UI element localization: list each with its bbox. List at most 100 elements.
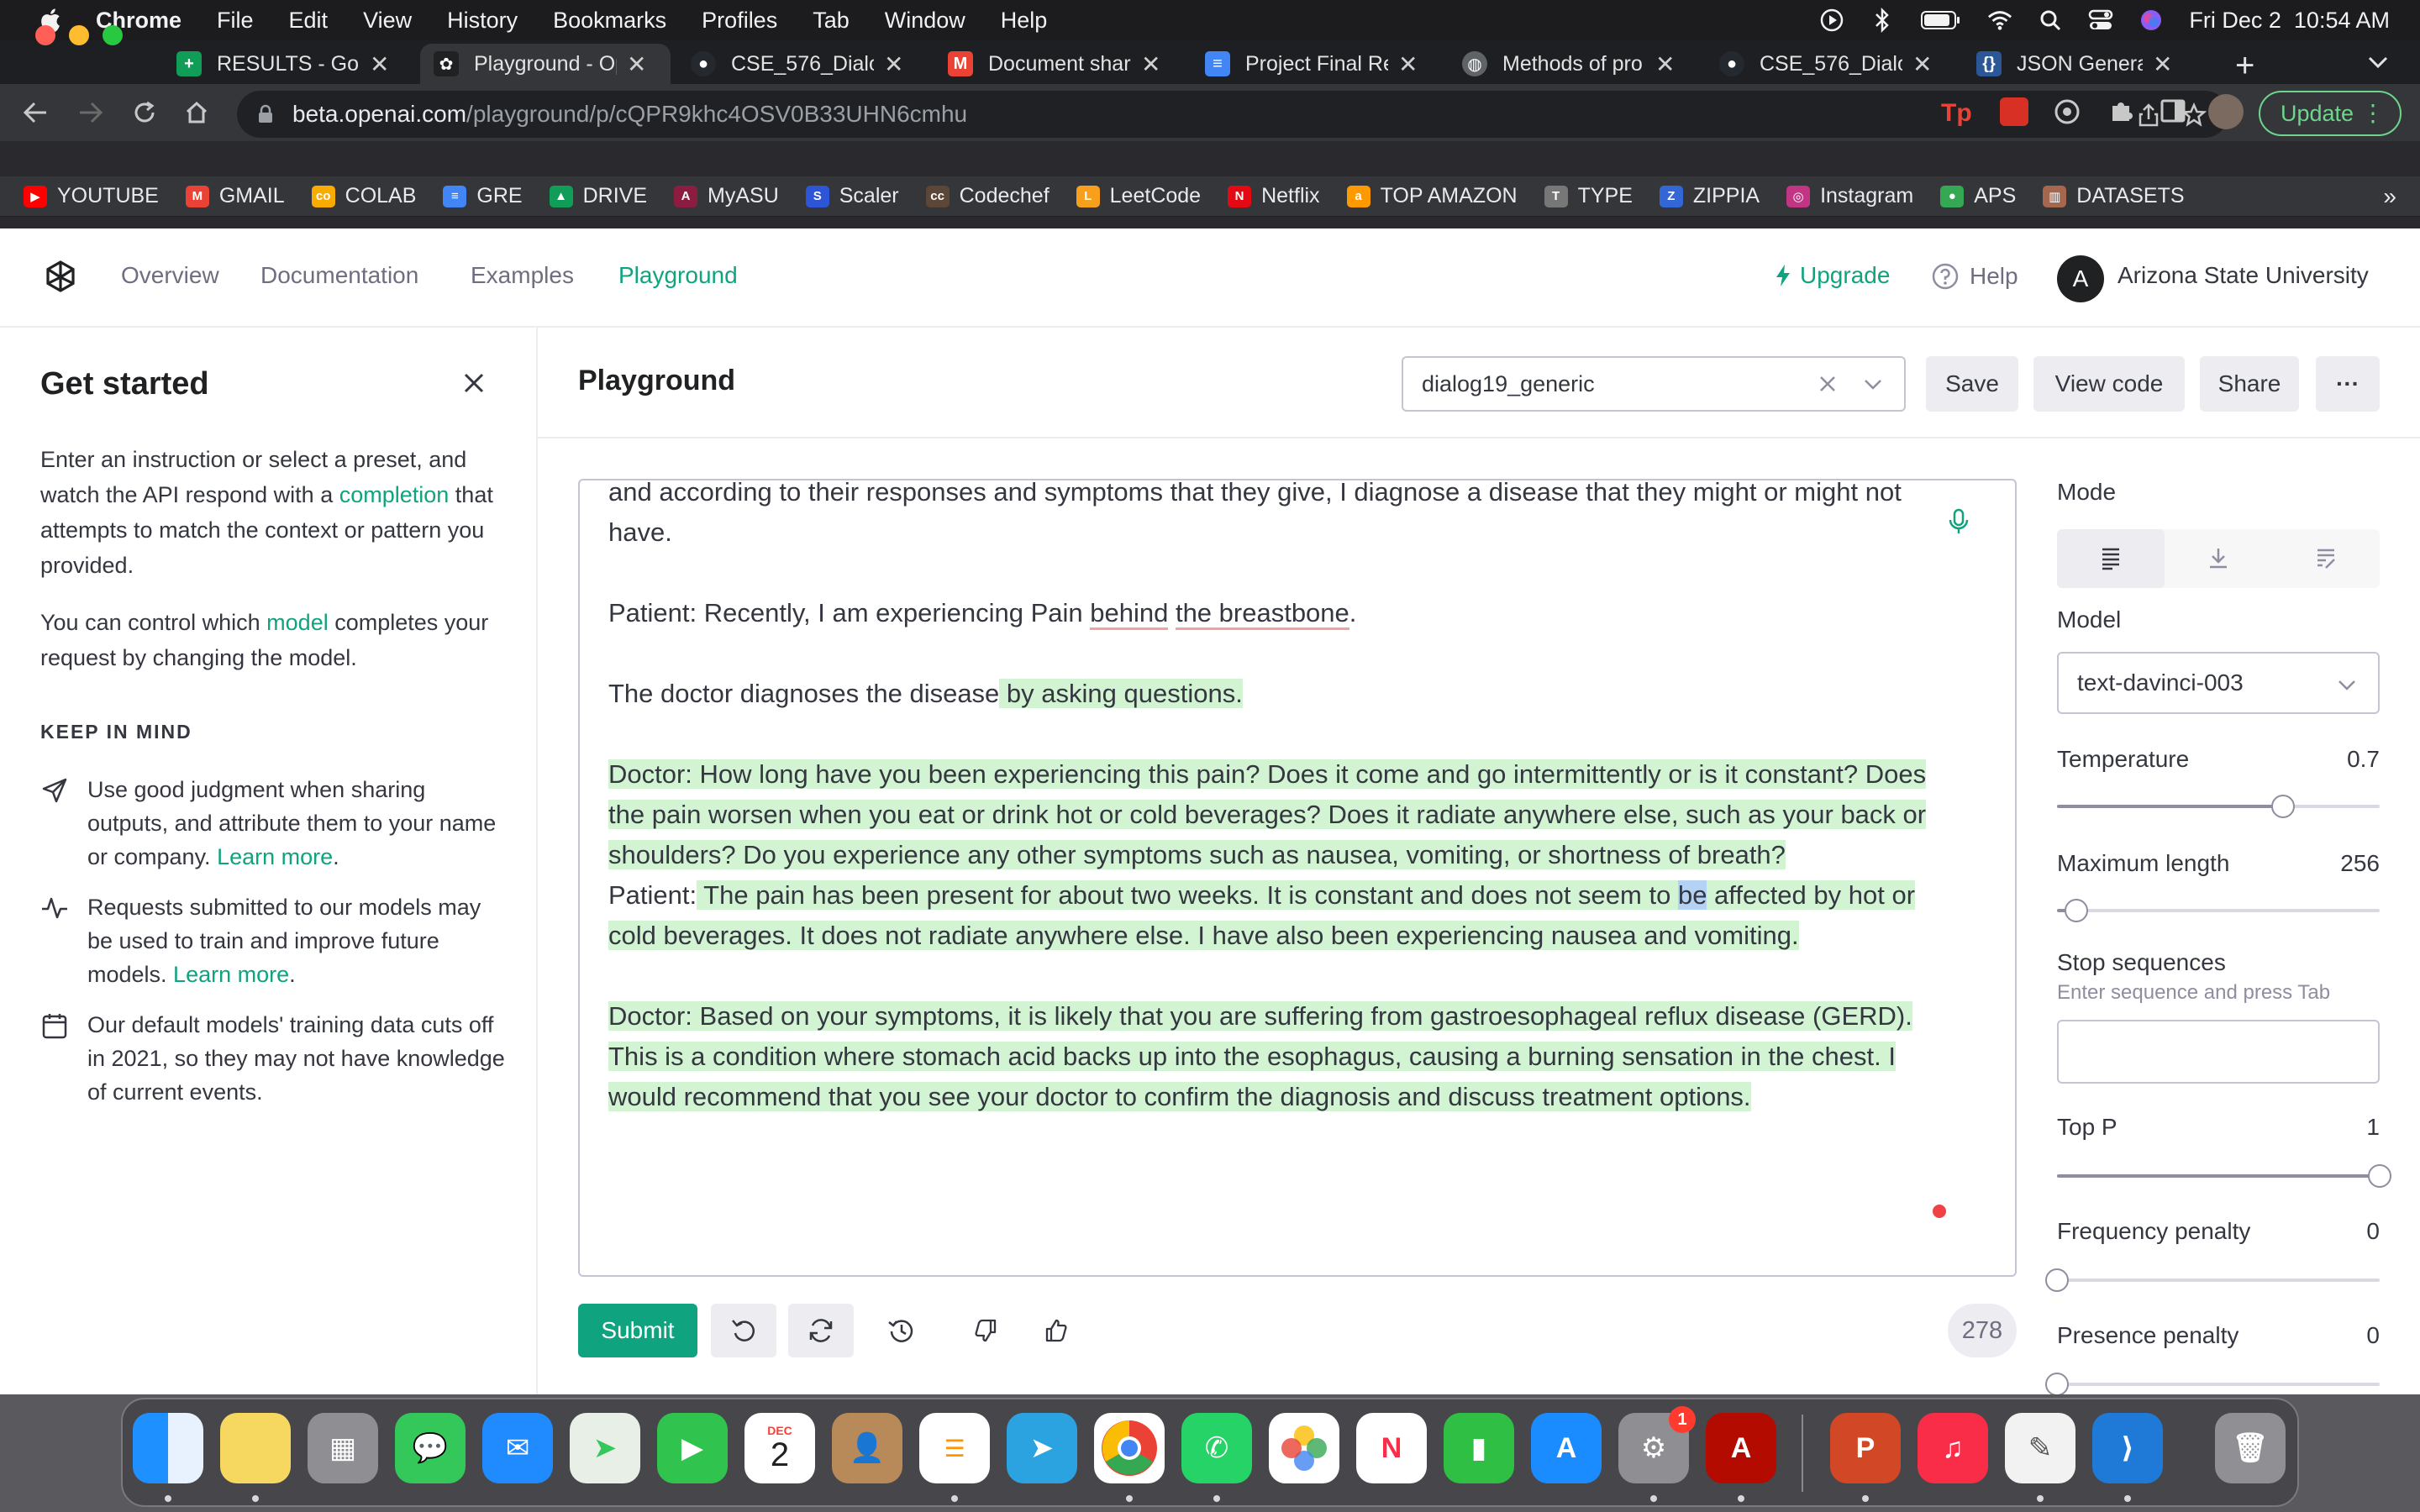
clock-datetime[interactable]: Fri Dec 2 10:54 AM bbox=[2189, 8, 2390, 34]
forward-arrow-icon[interactable] bbox=[72, 94, 109, 131]
bookmark-drive[interactable]: ▲ DRIVE bbox=[549, 184, 647, 208]
menu-window[interactable]: Window bbox=[885, 8, 965, 34]
mode-edit-button[interactable] bbox=[2272, 529, 2380, 588]
chrome-icon[interactable] bbox=[1094, 1413, 1165, 1483]
extension-tp-icon[interactable]: Tp bbox=[1941, 99, 1972, 128]
extension-pdf-icon[interactable] bbox=[2000, 97, 2028, 126]
openai-logo-icon[interactable] bbox=[39, 257, 82, 301]
textedit-icon[interactable]: ✎ bbox=[2005, 1413, 2075, 1483]
siri-icon[interactable] bbox=[2139, 8, 2164, 33]
extension-cloud-icon[interactable] bbox=[2052, 97, 2082, 130]
user-avatar[interactable]: A bbox=[2057, 255, 2104, 302]
launchpad-icon[interactable]: ▦ bbox=[308, 1413, 378, 1483]
news-icon[interactable]: N bbox=[1356, 1413, 1427, 1483]
max-length-value[interactable]: 256 bbox=[2340, 850, 2380, 877]
system-preferences-icon[interactable]: ⚙ 1 bbox=[1618, 1406, 1696, 1483]
history-button[interactable] bbox=[869, 1304, 934, 1357]
menu-edit[interactable]: Edit bbox=[289, 8, 329, 34]
top-p-slider[interactable] bbox=[2057, 1164, 2391, 1188]
maps-icon[interactable]: ➤ bbox=[570, 1413, 640, 1483]
facetime-icon[interactable]: ▶ bbox=[657, 1413, 728, 1483]
new-tab-plus-icon[interactable]: + bbox=[2235, 47, 2254, 85]
stop-sequences-input[interactable] bbox=[2057, 1020, 2380, 1084]
thumbs-down-button[interactable] bbox=[953, 1304, 1018, 1357]
play-status-icon[interactable] bbox=[1819, 8, 1844, 33]
browser-tab-active[interactable]: ✿ Playground - Op ✕ bbox=[420, 44, 671, 84]
completion-link[interactable]: completion bbox=[339, 482, 450, 507]
close-icon[interactable] bbox=[459, 368, 489, 398]
help-link[interactable]: Help bbox=[1931, 262, 2018, 291]
bookmark-colab[interactable]: co COLAB bbox=[311, 184, 416, 208]
app-store-icon[interactable]: A bbox=[1531, 1413, 1602, 1483]
bluetooth-icon[interactable] bbox=[1870, 8, 1895, 33]
browser-tab[interactable]: M Document shar ✕ bbox=[934, 44, 1174, 84]
organization-name[interactable]: Arizona State University bbox=[2118, 262, 2369, 289]
slider-handle[interactable] bbox=[2045, 1373, 2069, 1394]
browser-tab[interactable]: ● CSE_576_Dialo ✕ bbox=[1706, 44, 1945, 84]
prompt-editor[interactable]: and according to their responses and sym… bbox=[578, 479, 2017, 1277]
slider-handle[interactable] bbox=[2065, 899, 2089, 922]
bookmark-myasu[interactable]: A MyASU bbox=[674, 184, 779, 208]
tab-close-icon[interactable]: ✕ bbox=[1912, 50, 1932, 78]
clear-preset-x-icon[interactable] bbox=[1813, 370, 1842, 398]
bookmarks-overflow-icon[interactable]: » bbox=[2383, 183, 2396, 210]
browser-tab[interactable]: {} JSON Generato ✕ bbox=[1963, 44, 2186, 84]
tab-close-icon[interactable]: ✕ bbox=[884, 50, 903, 78]
share-icon[interactable] bbox=[2138, 102, 2160, 128]
slider-handle[interactable] bbox=[2368, 1164, 2391, 1188]
mode-insert-button[interactable] bbox=[2165, 529, 2272, 588]
temperature-value[interactable]: 0.7 bbox=[2347, 746, 2380, 773]
bookmark-codechef[interactable]: cc Codechef bbox=[925, 184, 1050, 208]
messages-icon[interactable]: 💬 bbox=[395, 1413, 466, 1483]
prompt-text[interactable]: and according to their responses and sym… bbox=[608, 480, 1953, 1117]
browser-tab[interactable]: ◍ Methods of pro ✕ bbox=[1449, 44, 1688, 84]
control-center-icon[interactable] bbox=[2088, 8, 2113, 33]
address-bar[interactable]: beta.openai.com/playground/p/cQPR9khc4OS… bbox=[237, 91, 2228, 138]
frequency-penalty-slider[interactable] bbox=[2045, 1268, 2380, 1292]
frequency-penalty-value[interactable]: 0 bbox=[2366, 1218, 2380, 1245]
top-p-value[interactable]: 1 bbox=[2366, 1114, 2380, 1141]
slider-handle[interactable] bbox=[2045, 1268, 2069, 1292]
spotlight-search-icon[interactable] bbox=[2038, 8, 2063, 33]
microphone-icon[interactable] bbox=[1944, 507, 1973, 536]
tab-close-icon[interactable]: ✕ bbox=[627, 50, 646, 78]
whatsapp-icon[interactable]: ✆ bbox=[1181, 1413, 1252, 1483]
browser-tab[interactable]: ● CSE_576_Dialo ✕ bbox=[677, 44, 917, 84]
home-icon[interactable] bbox=[178, 94, 215, 131]
music-icon[interactable]: ♫ bbox=[1918, 1413, 1988, 1483]
bookmark-netflix[interactable]: N Netflix bbox=[1228, 184, 1320, 208]
thumbs-up-button[interactable] bbox=[1023, 1304, 1089, 1357]
preset-select[interactable]: dialog19_generic bbox=[1402, 356, 1906, 412]
menu-history[interactable]: History bbox=[447, 8, 518, 34]
trash-icon[interactable]: 🗑 bbox=[2215, 1413, 2286, 1483]
bookmark-instagram[interactable]: ◎ Instagram bbox=[1786, 184, 1913, 208]
learn-more-link[interactable]: Learn more bbox=[173, 962, 289, 987]
finder-icon[interactable] bbox=[133, 1413, 203, 1483]
mode-complete-button[interactable] bbox=[2057, 529, 2165, 588]
menu-bookmarks[interactable]: Bookmarks bbox=[553, 8, 666, 34]
contacts-icon[interactable]: 👤 bbox=[832, 1413, 902, 1483]
notes-icon[interactable] bbox=[220, 1413, 291, 1483]
presence-penalty-value[interactable]: 0 bbox=[2366, 1322, 2380, 1349]
vscode-icon[interactable]: ⟩ bbox=[2092, 1413, 2163, 1483]
bookmark-gre[interactable]: ≡ GRE bbox=[443, 184, 523, 208]
tab-close-icon[interactable]: ✕ bbox=[1141, 50, 1160, 78]
mail-icon[interactable]: ✉ bbox=[482, 1413, 553, 1483]
learn-more-link[interactable]: Learn more bbox=[217, 844, 333, 869]
nav-overview[interactable]: Overview bbox=[121, 262, 219, 289]
browser-tab[interactable]: ≡ Project Final Re ✕ bbox=[1192, 44, 1431, 84]
share-button[interactable]: Share bbox=[2200, 356, 2299, 412]
window-minimize-button[interactable] bbox=[69, 25, 89, 45]
powerpoint-icon[interactable]: P bbox=[1830, 1413, 1901, 1483]
tab-close-icon[interactable]: ✕ bbox=[2153, 50, 2172, 78]
view-code-button[interactable]: View code bbox=[2033, 356, 2185, 412]
tab-close-icon[interactable]: ✕ bbox=[1398, 50, 1418, 78]
temperature-slider[interactable] bbox=[2057, 795, 2380, 818]
side-panel-icon[interactable] bbox=[2160, 97, 2186, 129]
photos-icon[interactable] bbox=[1269, 1413, 1339, 1483]
reload-icon[interactable] bbox=[126, 94, 163, 131]
nav-playground[interactable]: Playground bbox=[618, 262, 738, 289]
bookmark-type[interactable]: T TYPE bbox=[1544, 184, 1633, 208]
model-link[interactable]: model bbox=[266, 610, 329, 635]
acrobat-icon[interactable]: A bbox=[1706, 1413, 1776, 1483]
